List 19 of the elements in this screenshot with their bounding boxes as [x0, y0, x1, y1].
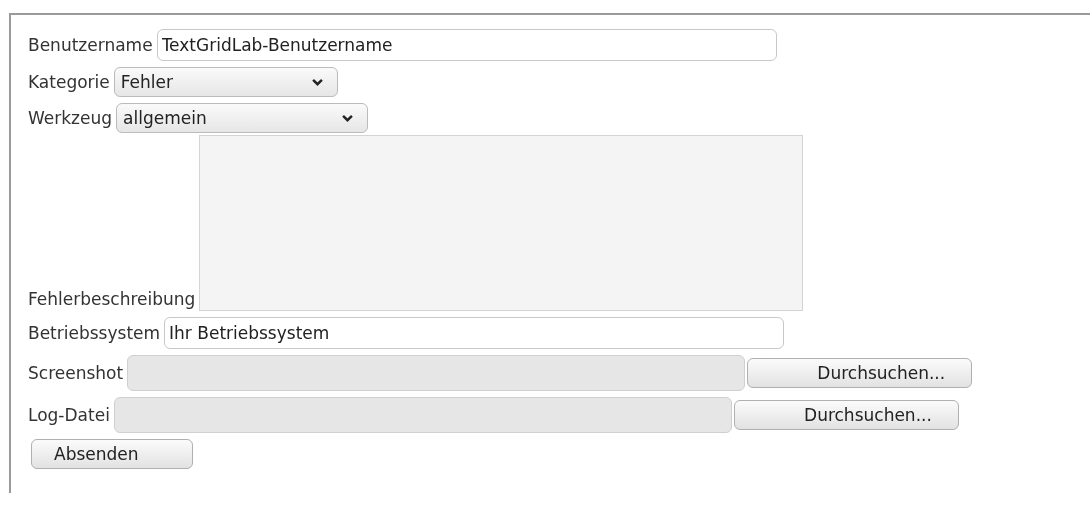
text-field[interactable]: Ihr Betriebssystem	[164, 317, 785, 349]
dropdown[interactable]: allgemein	[116, 103, 369, 133]
file-path-field[interactable]	[127, 355, 746, 391]
field-label: Log-Datei	[28, 405, 110, 425]
file-path-field[interactable]	[113, 397, 732, 433]
submit-button[interactable]: Absenden	[31, 439, 193, 469]
browse-button[interactable]: Durchsuchen...	[733, 400, 959, 430]
text-field[interactable]: TextGridLab-Benutzername	[156, 29, 777, 61]
text-area[interactable]	[199, 135, 804, 311]
field-label: Werkzeug	[28, 108, 113, 128]
field-label: Screenshot	[28, 363, 124, 383]
browse-button[interactable]: Durchsuchen...	[747, 358, 973, 388]
dropdown[interactable]: Fehler	[113, 67, 338, 97]
field-label: Fehlerbeschreibung	[28, 289, 196, 309]
field-label: Benutzername	[28, 35, 153, 55]
field-label: Kategorie	[28, 72, 110, 92]
field-label: Betriebssystem	[28, 323, 161, 343]
chevron-icon	[342, 114, 354, 122]
chevron-icon	[311, 78, 323, 86]
